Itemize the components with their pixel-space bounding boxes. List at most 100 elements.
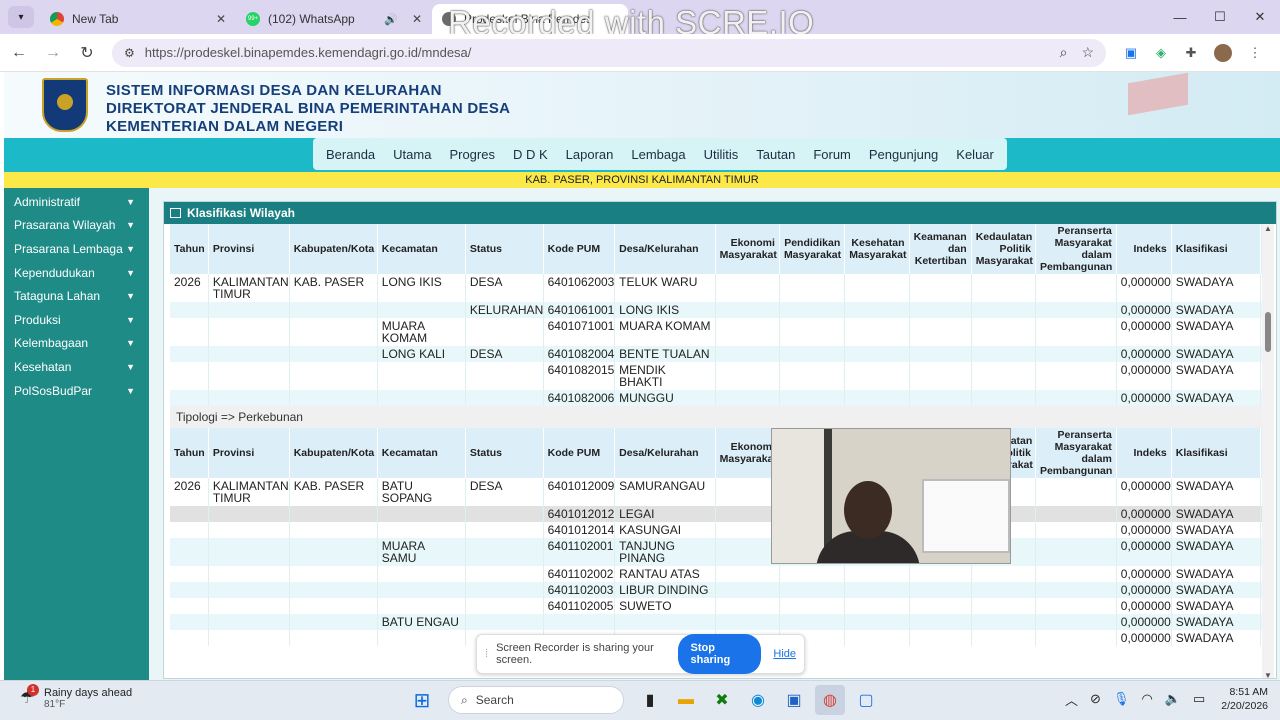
table-cell: 0,000000	[1116, 630, 1172, 646]
menu-beranda[interactable]: Beranda	[317, 147, 384, 162]
table-row: 6401012014KASUNGAI0,000000SWADAYAMULA	[170, 522, 1262, 538]
sidebar-item-produksi[interactable]: Produksi ▼	[4, 308, 149, 332]
close-icon[interactable]: ✕	[412, 12, 422, 26]
table-cell: LEGAI	[614, 506, 716, 522]
sidebar-item-prasarana-wilayah[interactable]: Prasarana Wilayah ▼	[4, 214, 149, 238]
table-header-row: Tahun Provinsi Kabupaten/Kota Kecamatan Stat…	[170, 224, 1262, 274]
edge-icon[interactable]: ◉	[743, 685, 773, 715]
table-cell: KELURAHAN	[465, 302, 544, 318]
table-cell	[465, 614, 544, 630]
hide-button[interactable]: Hide	[773, 648, 796, 660]
bookmark-star-icon[interactable]: ☆	[1081, 44, 1094, 61]
url-field[interactable]: ⚙ https://prodeskel.binapemdes.kemendagr…	[112, 38, 1106, 67]
minimize-icon[interactable]: —	[1160, 0, 1200, 34]
title-line: SISTEM INFORMASI DESA DAN KELURAHAN	[106, 82, 442, 99]
table-cell	[715, 566, 780, 582]
sidebar-item-polsosbudpar[interactable]: PolSosBudPar ▼	[4, 379, 149, 403]
store-icon[interactable]: ▣	[779, 685, 809, 715]
site-info-icon[interactable]: ⚙	[124, 46, 135, 60]
sidebar-item-kesehatan[interactable]: Kesehatan ▼	[4, 355, 149, 379]
sidebar: Administratif ▼ Prasarana Wilayah ▼ Prasar…	[4, 188, 149, 680]
table-cell	[465, 566, 544, 582]
table-row: LONG KALI DESA 6401082004 BENTE TUALAN 0,000…	[170, 346, 1262, 362]
table-cell	[1035, 630, 1117, 646]
menu-lembaga[interactable]: Lembaga	[622, 147, 694, 162]
tab-new-tab[interactable]: New Tab ✕	[40, 4, 236, 34]
screen-recorder-taskbar-icon[interactable]: ▢	[851, 685, 881, 715]
table-viewport[interactable]: Tahun Provinsi Kabupaten/Kota Kecamatan Stat…	[170, 224, 1262, 678]
tab-title: (102) WhatsApp	[268, 12, 355, 26]
menu-utama[interactable]: Utama	[384, 147, 440, 162]
menu-laporan[interactable]: Laporan	[557, 147, 623, 162]
chrome-taskbar-icon[interactable]: ◍	[815, 685, 845, 715]
tab-search-button[interactable]: ▾	[8, 6, 34, 28]
sidebar-item-kependudukan[interactable]: Kependudukan ▼	[4, 261, 149, 285]
back-icon[interactable]: ←	[4, 38, 34, 68]
battery-icon[interactable]: ▭	[1193, 691, 1205, 707]
caret-down-icon: ▼	[126, 385, 135, 396]
menu-keluar[interactable]: Keluar	[947, 147, 1003, 162]
menu-forum[interactable]: Forum	[804, 147, 860, 162]
table-cell	[779, 362, 846, 390]
column-header: Kesehatan Masyarakat	[844, 224, 910, 274]
table-cell	[465, 582, 544, 598]
column-header: Indeks	[1116, 428, 1172, 478]
table-cell: LIBUR DINDING	[614, 582, 716, 598]
table-row: MUARA KOMAM 6401071001 MUARA KOMAM 0,000000…	[170, 318, 1262, 346]
menu-utilitis[interactable]: Utilitis	[695, 147, 748, 162]
table-cell	[1035, 318, 1117, 346]
table-cell	[909, 302, 972, 318]
sidebar-item-prasarana-lembaga[interactable]: Prasarana Lembaga ▼	[4, 237, 149, 261]
camera-off-icon[interactable]: ⊘	[1090, 691, 1101, 707]
forward-icon[interactable]: →	[38, 38, 68, 68]
sidebar-item-tataguna-lahan[interactable]: Tataguna Lahan ▼	[4, 284, 149, 308]
speaker-icon[interactable]: 🔊	[384, 13, 398, 26]
reload-icon[interactable]: ↻	[72, 38, 102, 68]
volume-icon[interactable]: 🔈	[1165, 691, 1181, 707]
table-cell: DESA	[465, 478, 544, 506]
table-cell	[289, 538, 378, 566]
wifi-icon[interactable]: ◠	[1141, 691, 1152, 707]
close-window-icon[interactable]: ✕	[1240, 0, 1280, 34]
task-view-icon[interactable]: ▮	[635, 685, 665, 715]
vertical-scrollbar[interactable]: ▲ ▼	[1262, 224, 1274, 678]
sidebar-item-administratif[interactable]: Administratif ▼	[4, 190, 149, 214]
chevron-up-icon[interactable]: ︿	[1065, 690, 1078, 709]
file-explorer-icon[interactable]: ▬	[671, 685, 701, 715]
extension-icon[interactable]: ◈	[1146, 38, 1176, 68]
column-header: Pendidikan Masyarakat	[779, 224, 846, 274]
clock[interactable]: 8:51 AM 2/20/2026	[1221, 685, 1268, 713]
table-cell	[971, 598, 1036, 614]
zoom-icon[interactable]: ⌕	[1060, 44, 1068, 61]
menu-ddk[interactable]: D D K	[504, 147, 557, 162]
column-header: Keamanan dan Ketertiban	[909, 224, 972, 274]
table-cell: KAB. PASER	[289, 478, 378, 506]
microphone-icon[interactable]: 🎙	[1113, 691, 1130, 707]
panel-title: Klasifikasi Wilayah	[187, 206, 295, 220]
table-cell	[909, 582, 972, 598]
table-cell	[377, 302, 466, 318]
windows-start-icon[interactable]: ⊞	[407, 685, 437, 715]
menu-tautan[interactable]: Tautan	[747, 147, 804, 162]
menu-pengunjung[interactable]: Pengunjung	[860, 147, 947, 162]
weather-widget[interactable]: ☂ 1 Rainy days ahead 81°F	[20, 683, 132, 710]
menu-progres[interactable]: Progres	[440, 147, 504, 162]
tab-whatsapp[interactable]: 99+ (102) WhatsApp 🔊 ✕	[236, 4, 432, 34]
stop-sharing-button[interactable]: Stop sharing	[678, 634, 762, 674]
scrollbar-thumb[interactable]	[1265, 312, 1271, 352]
avatar[interactable]	[1214, 43, 1232, 62]
webcam-overlay[interactable]	[771, 428, 1011, 564]
puzzle-icon[interactable]: ✚	[1176, 38, 1206, 68]
drag-handle-icon[interactable]: ⁞	[485, 648, 488, 660]
scroll-down-icon[interactable]: ▼	[1264, 671, 1272, 678]
more-menu-icon[interactable]: ⋮	[1240, 38, 1270, 68]
close-icon[interactable]: ✕	[216, 12, 226, 26]
sidebar-item-kelembagaan[interactable]: Kelembagaan ▼	[4, 332, 149, 356]
xbox-icon[interactable]: ✖	[707, 685, 737, 715]
screen-recorder-extension-icon[interactable]: ▣	[1116, 38, 1146, 68]
scroll-up-icon[interactable]: ▲	[1264, 224, 1272, 233]
taskbar-search-input[interactable]: ⌕ Search	[448, 686, 624, 714]
table-cell	[170, 598, 209, 614]
maximize-icon[interactable]: ☐	[1200, 0, 1240, 34]
table-cell	[289, 506, 378, 522]
